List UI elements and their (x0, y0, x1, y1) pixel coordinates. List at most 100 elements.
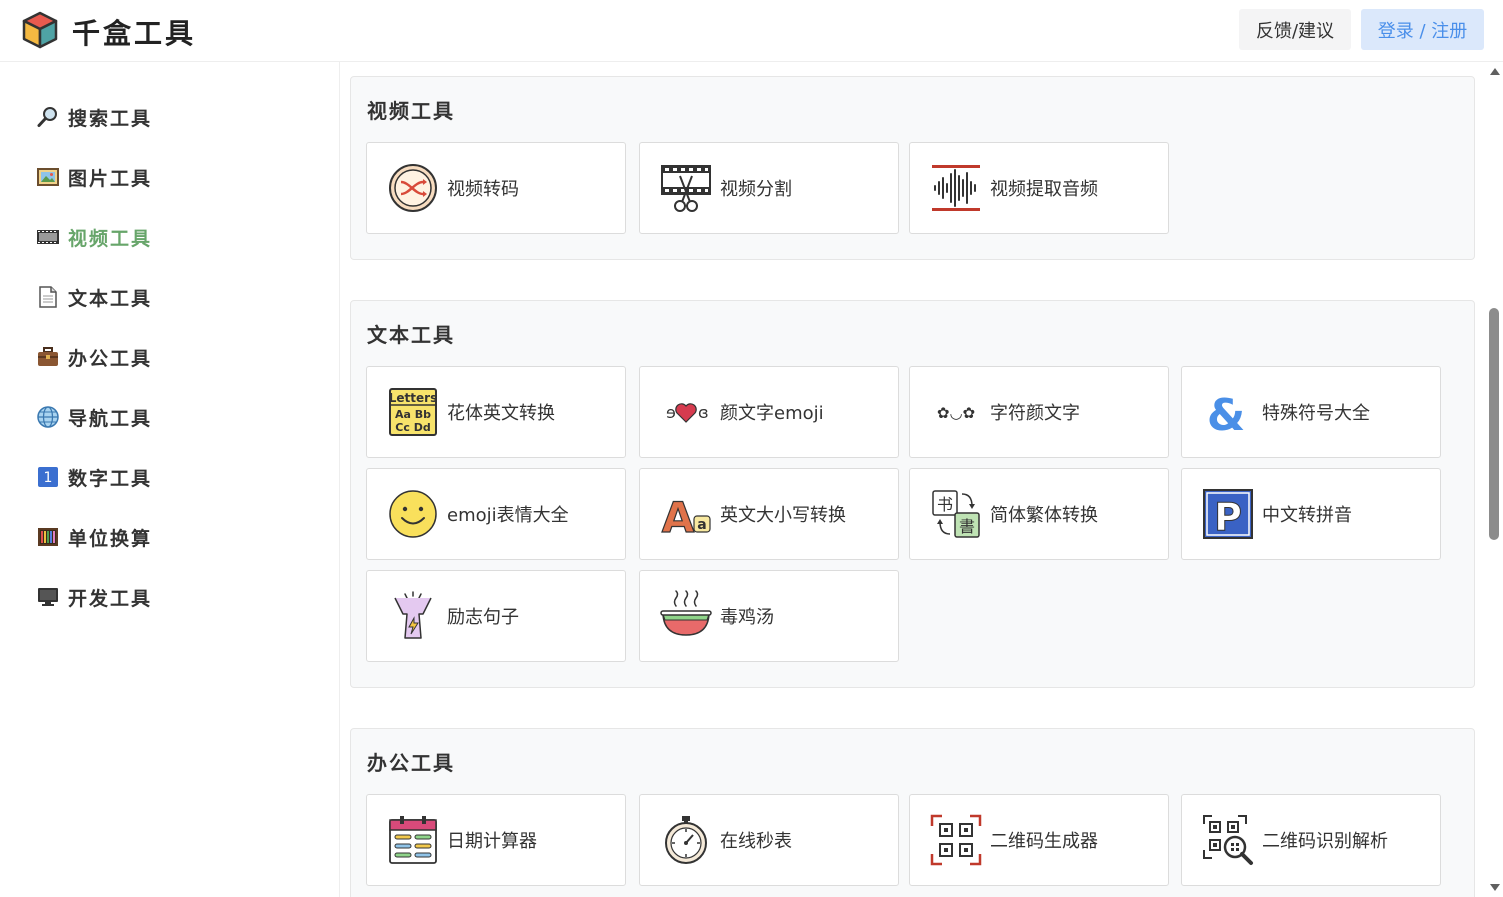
sidebar-item-label: 图片工具 (68, 167, 153, 190)
section-text-tools: 文本工具 Letters Aa Bb Cc Dd 花体英文转换 ɘɞ 颜文字emoj… (350, 300, 1475, 688)
soup-bowl-icon (660, 590, 712, 642)
tool-card-emoji-collection[interactable]: emoji表情大全 (366, 468, 626, 560)
case-big-text: A (662, 493, 695, 540)
qrcode-icon (930, 814, 982, 866)
tool-label: 毒鸡汤 (720, 607, 774, 628)
tool-card-case-convert[interactable]: Aa 英文大小写转换 (639, 468, 899, 560)
sidebar-item-label: 开发工具 (68, 587, 153, 610)
tool-label: 视频提取音频 (990, 179, 1098, 200)
tool-card-video-extract-audio[interactable]: 视频提取音频 (909, 142, 1169, 234)
sidebar-item-office-tools[interactable]: 办公工具 (36, 342, 152, 372)
tool-label: 颜文字emoji (720, 403, 824, 424)
picture-icon (36, 165, 60, 189)
tool-label: 视频分割 (720, 179, 792, 200)
letters-icon: Letters Aa Bb Cc Dd (387, 386, 439, 438)
sidebar-item-nav-tools[interactable]: 导航工具 (36, 402, 152, 432)
kaomoji-left: ɘ (666, 403, 676, 422)
magnifier-icon (36, 105, 60, 129)
vertical-scrollbar[interactable] (1487, 62, 1503, 897)
cheer-person-icon (387, 590, 439, 642)
tool-card-date-calculator[interactable]: 日期计算器 (366, 794, 626, 886)
kaomoji-right: ɞ (698, 403, 709, 422)
sidebar-item-dev-tools[interactable]: 开发工具 (36, 582, 152, 612)
sidebar-item-number-tools[interactable]: 1 数字工具 (36, 462, 152, 492)
case-convert-icon: Aa (660, 488, 712, 540)
tool-label: 字符颜文字 (990, 403, 1080, 424)
top-header: 千盒工具 反馈/建议 登录 / 注册 (0, 0, 1503, 62)
tool-label: 日期计算器 (447, 831, 537, 852)
login-register-button[interactable]: 登录 / 注册 (1361, 9, 1484, 50)
tool-card-video-split[interactable]: 视频分割 (639, 142, 899, 234)
tool-card-video-transcode[interactable]: 视频转码 (366, 142, 626, 234)
tool-card-stopwatch[interactable]: 在线秒表 (639, 794, 899, 886)
tool-label: 二维码生成器 (990, 831, 1098, 852)
chinese-convert-icon: 书書 (930, 488, 982, 540)
sidebar-item-search-tools[interactable]: 搜索工具 (36, 102, 152, 132)
section-title: 文本工具 (367, 323, 455, 347)
traditional-char: 書 (959, 517, 975, 536)
app-title[interactable]: 千盒工具 (72, 12, 196, 52)
stopwatch-icon (660, 814, 712, 866)
tool-label: emoji表情大全 (447, 505, 569, 526)
sidebar-item-label: 办公工具 (68, 347, 153, 370)
section-office-tools: 办公工具 日期计算器 在线秒表 二维码生成器 二维码识别解析 (350, 728, 1475, 897)
scroll-up-arrow-icon[interactable] (1490, 68, 1500, 75)
film-scissors-icon (660, 162, 712, 214)
sidebar-item-label: 数字工具 (68, 467, 153, 490)
tool-label: 英文大小写转换 (720, 505, 846, 526)
case-small-text: a (697, 517, 706, 533)
sidebar-item-text-tools[interactable]: 文本工具 (36, 282, 152, 312)
section-title: 视频工具 (367, 99, 455, 123)
ampersand-text: & (1207, 390, 1245, 438)
sidebar-item-image-tools[interactable]: 图片工具 (36, 162, 152, 192)
ampersand-icon: & (1202, 386, 1254, 438)
tool-card-kaomoji-emoji[interactable]: ɘɞ 颜文字emoji (639, 366, 899, 458)
tool-card-qrcode-reader[interactable]: 二维码识别解析 (1181, 794, 1441, 886)
tool-card-char-kaomoji[interactable]: ✿◡✿ 字符颜文字 (909, 366, 1169, 458)
scrollbar-thumb[interactable] (1489, 308, 1499, 540)
sidebar-item-unit-conversion[interactable]: 单位换算 (36, 522, 152, 552)
tool-card-chinese-pinyin[interactable]: P 中文转拼音 (1181, 468, 1441, 560)
tool-label: 励志句子 (447, 607, 519, 628)
number-one-text: 1 (44, 470, 53, 486)
sidebar-item-label: 视频工具 (68, 227, 153, 250)
briefcase-icon (36, 345, 60, 369)
tool-card-special-symbols[interactable]: & 特殊符号大全 (1181, 366, 1441, 458)
monitor-icon (36, 585, 60, 609)
sidebar-item-label: 导航工具 (68, 407, 153, 430)
tool-card-motivational-quotes[interactable]: 励志句子 (366, 570, 626, 662)
document-icon (36, 285, 60, 309)
letters-line2: Aa Bb (395, 408, 431, 421)
tool-label: 花体英文转换 (447, 403, 555, 424)
globe-icon (36, 405, 60, 429)
letters-line1: Letters (389, 391, 437, 405)
film-icon (36, 225, 60, 249)
pinyin-p-icon: P (1202, 488, 1254, 540)
tool-card-toxic-soup[interactable]: 毒鸡汤 (639, 570, 899, 662)
tool-label: 二维码识别解析 (1262, 831, 1388, 852)
smiley-icon (387, 488, 439, 540)
char-face-icon: ✿◡✿ (930, 386, 982, 438)
scroll-down-arrow-icon[interactable] (1490, 884, 1500, 891)
shuffle-icon (387, 162, 439, 214)
pinyin-letter: P (1214, 495, 1242, 539)
sidebar-nav: 搜索工具 图片工具 视频工具 文本工具 办公工具 导航工具 1 数字工具 单位换… (0, 62, 340, 897)
tool-label: 在线秒表 (720, 831, 792, 852)
letters-line3: Cc Dd (395, 421, 430, 434)
tool-label: 中文转拼音 (1262, 505, 1352, 526)
sidebar-item-label: 单位换算 (68, 527, 153, 550)
sidebar-item-label: 搜索工具 (68, 107, 153, 130)
cube-logo-icon[interactable] (20, 10, 60, 50)
tool-label: 特殊符号大全 (1262, 403, 1370, 424)
feedback-button[interactable]: 反馈/建议 (1239, 9, 1351, 50)
tool-card-fancy-letters[interactable]: Letters Aa Bb Cc Dd 花体英文转换 (366, 366, 626, 458)
sidebar-item-video-tools[interactable]: 视频工具 (36, 222, 152, 252)
tool-card-simplified-traditional[interactable]: 书書 简体繁体转换 (909, 468, 1169, 560)
tool-label: 视频转码 (447, 179, 519, 200)
kaomoji-heart-icon: ɘɞ (660, 386, 712, 438)
sidebar-item-label: 文本工具 (68, 287, 153, 310)
main-content: 视频工具 视频转码 视频分割 视频提取音频 文本工具 Letters Aa Bb C… (340, 62, 1487, 897)
tool-card-qrcode-generator[interactable]: 二维码生成器 (909, 794, 1169, 886)
char-face-text: ✿◡✿ (937, 404, 975, 422)
audio-wave-icon (930, 162, 982, 214)
